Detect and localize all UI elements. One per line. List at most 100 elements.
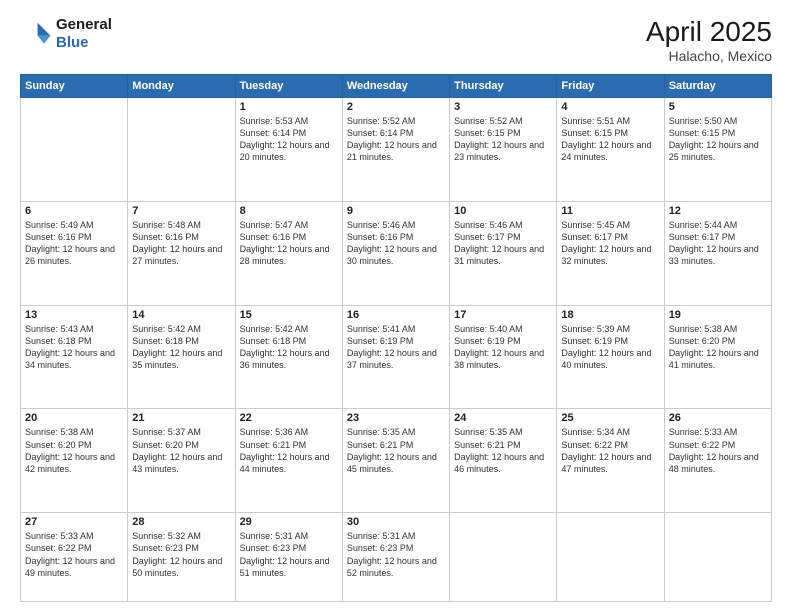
day-number: 10 <box>454 205 552 217</box>
day-number: 19 <box>669 309 767 321</box>
table-row: 2 Sunrise: 5:52 AM Sunset: 6:14 PM Daylig… <box>342 98 449 202</box>
table-row <box>450 513 557 602</box>
day-info: Sunrise: 5:50 AM Sunset: 6:15 PM Dayligh… <box>669 115 767 164</box>
day-info: Sunrise: 5:32 AM Sunset: 6:23 PM Dayligh… <box>132 530 230 579</box>
table-row: 15 Sunrise: 5:42 AM Sunset: 6:18 PM Dayli… <box>235 305 342 409</box>
table-row: 23Sunrise: 5:35 AM Sunset: 6:21 PM Dayli… <box>342 409 449 513</box>
day-info: Sunrise: 5:41 AM Sunset: 6:19 PM Dayligh… <box>347 323 445 372</box>
day-info: Sunrise: 5:39 AM Sunset: 6:19 PM Dayligh… <box>561 323 659 372</box>
table-row: 28 Sunrise: 5:32 AM Sunset: 6:23 PM Dayli… <box>128 513 235 602</box>
table-row: 6 Sunrise: 5:49 AM Sunset: 6:16 PM Daylig… <box>21 201 128 305</box>
day-number: 17 <box>454 309 552 321</box>
logo-text: General Blue <box>56 16 112 52</box>
day-info: Sunrise: 5:35 AM Sunset: 6:21 PM Dayligh… <box>454 426 552 475</box>
day-info: Sunrise: 5:53 AM Sunset: 6:14 PM Dayligh… <box>240 115 338 164</box>
day-info: Sunrise: 5:38 AM Sunset: 6:20 PM Dayligh… <box>669 323 767 372</box>
day-number: 23 <box>347 412 445 424</box>
day-number: 29 <box>240 516 338 528</box>
table-row: 20 Sunrise: 5:38 AM Sunset: 6:20 PM Dayli… <box>21 409 128 513</box>
table-row: 30 Sunrise: 5:31 AM Sunset: 6:23 PM Dayli… <box>342 513 449 602</box>
table-row: 22Sunrise: 5:36 AM Sunset: 6:21 PM Dayli… <box>235 409 342 513</box>
day-number: 24 <box>454 412 552 424</box>
day-number: 6 <box>25 205 123 217</box>
header-saturday: Saturday <box>664 75 771 98</box>
day-info: Sunrise: 5:33 AM Sunset: 6:22 PM Dayligh… <box>25 530 123 579</box>
day-info: Sunrise: 5:42 AM Sunset: 6:18 PM Dayligh… <box>132 323 230 372</box>
header-sunday: Sunday <box>21 75 128 98</box>
day-info: Sunrise: 5:33 AM Sunset: 6:22 PM Dayligh… <box>669 426 767 475</box>
day-info: Sunrise: 5:51 AM Sunset: 6:15 PM Dayligh… <box>561 115 659 164</box>
day-number: 2 <box>347 101 445 113</box>
calendar-week-row: 20 Sunrise: 5:38 AM Sunset: 6:20 PM Dayli… <box>21 409 772 513</box>
header-thursday: Thursday <box>450 75 557 98</box>
logo-icon <box>20 18 52 50</box>
table-row: 14 Sunrise: 5:42 AM Sunset: 6:18 PM Dayli… <box>128 305 235 409</box>
table-row: 17 Sunrise: 5:40 AM Sunset: 6:19 PM Dayli… <box>450 305 557 409</box>
day-info: Sunrise: 5:46 AM Sunset: 6:16 PM Dayligh… <box>347 219 445 268</box>
table-row: 11 Sunrise: 5:45 AM Sunset: 6:17 PM Dayli… <box>557 201 664 305</box>
day-info: Sunrise: 5:52 AM Sunset: 6:14 PM Dayligh… <box>347 115 445 164</box>
day-number: 9 <box>347 205 445 217</box>
day-number: 13 <box>25 309 123 321</box>
day-info: Sunrise: 5:38 AM Sunset: 6:20 PM Dayligh… <box>25 426 123 475</box>
day-number: 20 <box>25 412 123 424</box>
table-row: 13 Sunrise: 5:43 AM Sunset: 6:18 PM Dayli… <box>21 305 128 409</box>
table-row: 12 Sunrise: 5:44 AM Sunset: 6:17 PM Dayli… <box>664 201 771 305</box>
day-number: 21 <box>132 412 230 424</box>
table-row <box>557 513 664 602</box>
calendar-week-row: 27 Sunrise: 5:33 AM Sunset: 6:22 PM Dayli… <box>21 513 772 602</box>
header-tuesday: Tuesday <box>235 75 342 98</box>
calendar-table: Sunday Monday Tuesday Wednesday Thursday… <box>20 74 772 602</box>
header-wednesday: Wednesday <box>342 75 449 98</box>
calendar-header-row: Sunday Monday Tuesday Wednesday Thursday… <box>21 75 772 98</box>
logo: General Blue <box>20 16 112 52</box>
day-info: Sunrise: 5:49 AM Sunset: 6:16 PM Dayligh… <box>25 219 123 268</box>
day-number: 11 <box>561 205 659 217</box>
day-info: Sunrise: 5:42 AM Sunset: 6:18 PM Dayligh… <box>240 323 338 372</box>
header-friday: Friday <box>557 75 664 98</box>
location: Halacho, Mexico <box>646 48 772 64</box>
day-info: Sunrise: 5:43 AM Sunset: 6:18 PM Dayligh… <box>25 323 123 372</box>
day-info: Sunrise: 5:45 AM Sunset: 6:17 PM Dayligh… <box>561 219 659 268</box>
table-row: 27 Sunrise: 5:33 AM Sunset: 6:22 PM Dayli… <box>21 513 128 602</box>
day-number: 3 <box>454 101 552 113</box>
table-row: 24 Sunrise: 5:35 AM Sunset: 6:21 PM Dayli… <box>450 409 557 513</box>
day-info: Sunrise: 5:46 AM Sunset: 6:17 PM Dayligh… <box>454 219 552 268</box>
day-info: Sunrise: 5:40 AM Sunset: 6:19 PM Dayligh… <box>454 323 552 372</box>
table-row: 9 Sunrise: 5:46 AM Sunset: 6:16 PM Daylig… <box>342 201 449 305</box>
table-row <box>128 98 235 202</box>
header: General Blue April 2025 Halacho, Mexico <box>20 16 772 64</box>
header-monday: Monday <box>128 75 235 98</box>
day-number: 25 <box>561 412 659 424</box>
day-info: Sunrise: 5:31 AM Sunset: 6:23 PM Dayligh… <box>347 530 445 579</box>
day-number: 12 <box>669 205 767 217</box>
day-info: Sunrise: 5:52 AM Sunset: 6:15 PM Dayligh… <box>454 115 552 164</box>
table-row: 29Sunrise: 5:31 AM Sunset: 6:23 PM Dayli… <box>235 513 342 602</box>
day-number: 14 <box>132 309 230 321</box>
day-info: Sunrise: 5:47 AM Sunset: 6:16 PM Dayligh… <box>240 219 338 268</box>
day-info: Sunrise: 5:37 AM Sunset: 6:20 PM Dayligh… <box>132 426 230 475</box>
table-row: 5 Sunrise: 5:50 AM Sunset: 6:15 PM Daylig… <box>664 98 771 202</box>
table-row: 25Sunrise: 5:34 AM Sunset: 6:22 PM Dayli… <box>557 409 664 513</box>
day-number: 15 <box>240 309 338 321</box>
day-number: 5 <box>669 101 767 113</box>
day-number: 28 <box>132 516 230 528</box>
month-year: April 2025 <box>646 16 772 48</box>
table-row: 18 Sunrise: 5:39 AM Sunset: 6:19 PM Dayli… <box>557 305 664 409</box>
table-row: 1 Sunrise: 5:53 AM Sunset: 6:14 PM Daylig… <box>235 98 342 202</box>
day-number: 18 <box>561 309 659 321</box>
table-row: 4Sunrise: 5:51 AM Sunset: 6:15 PM Daylig… <box>557 98 664 202</box>
day-info: Sunrise: 5:44 AM Sunset: 6:17 PM Dayligh… <box>669 219 767 268</box>
calendar-week-row: 6 Sunrise: 5:49 AM Sunset: 6:16 PM Daylig… <box>21 201 772 305</box>
table-row: 16Sunrise: 5:41 AM Sunset: 6:19 PM Dayli… <box>342 305 449 409</box>
day-number: 30 <box>347 516 445 528</box>
table-row: 21 Sunrise: 5:37 AM Sunset: 6:20 PM Dayli… <box>128 409 235 513</box>
day-info: Sunrise: 5:48 AM Sunset: 6:16 PM Dayligh… <box>132 219 230 268</box>
table-row: 3 Sunrise: 5:52 AM Sunset: 6:15 PM Daylig… <box>450 98 557 202</box>
title-block: April 2025 Halacho, Mexico <box>646 16 772 64</box>
day-number: 27 <box>25 516 123 528</box>
day-number: 8 <box>240 205 338 217</box>
day-number: 1 <box>240 101 338 113</box>
day-info: Sunrise: 5:36 AM Sunset: 6:21 PM Dayligh… <box>240 426 338 475</box>
table-row: 10 Sunrise: 5:46 AM Sunset: 6:17 PM Dayli… <box>450 201 557 305</box>
